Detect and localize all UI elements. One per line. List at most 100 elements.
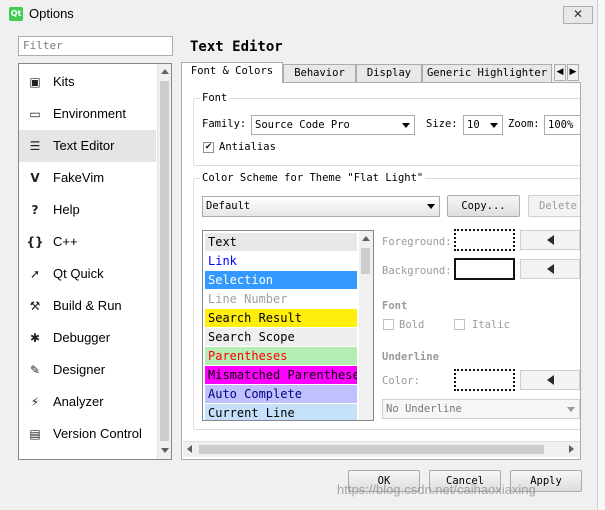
- bold-checkbox[interactable]: [383, 319, 394, 330]
- list-item-label: Mismatched Parentheses: [208, 368, 357, 382]
- font-colors-pane: Font Family: Source Code Pro Size: 10 Zo…: [181, 82, 581, 460]
- fakevim-icon: V: [30, 171, 40, 185]
- delete-button[interactable]: Delete: [528, 195, 580, 217]
- tab-scroll-left-icon[interactable]: ◀: [554, 64, 566, 81]
- italic-checkbox[interactable]: [454, 319, 465, 330]
- version-control-icon: ▤: [29, 427, 41, 441]
- qt-quick-icon: ➚: [29, 267, 41, 281]
- tab-scroll-right-icon[interactable]: ▶: [567, 64, 579, 81]
- foreground-color-swatch[interactable]: [454, 229, 515, 251]
- background-reset-button[interactable]: [520, 259, 580, 279]
- list-item-auto-complete[interactable]: Auto Complete: [205, 385, 357, 403]
- font-family-select[interactable]: Source Code Pro: [251, 115, 415, 135]
- sidebar-item-partial[interactable]: [19, 450, 156, 459]
- reset-arrow-icon: [547, 235, 554, 245]
- tab-behavior[interactable]: Behavior: [283, 64, 356, 82]
- sidebar-item-cpp[interactable]: {} C++: [19, 226, 156, 258]
- scroll-up-icon[interactable]: [362, 236, 370, 241]
- underline-color-swatch[interactable]: [454, 369, 515, 391]
- list-item-label: Parentheses: [208, 349, 288, 363]
- sidebar-item-environment[interactable]: ▭ Environment: [19, 98, 156, 130]
- color-scheme-select[interactable]: Default: [202, 196, 440, 217]
- sidebar-item-designer[interactable]: ✎ Designer: [19, 354, 156, 386]
- zoom-spinbox[interactable]: 100%: [544, 115, 580, 135]
- sidebar-scrollbar[interactable]: [157, 64, 171, 459]
- zoom-label: Zoom:: [508, 118, 540, 130]
- underline-reset-button[interactable]: [520, 370, 580, 390]
- scrollbar-thumb[interactable]: [361, 248, 370, 274]
- tab-generic-highlighter[interactable]: Generic Highlighter: [422, 64, 552, 82]
- list-item-search-scope[interactable]: Search Scope: [205, 328, 357, 346]
- sidebar-item-label: Debugger: [53, 330, 111, 345]
- scrollbar-thumb[interactable]: [199, 445, 544, 454]
- sidebar-item-label: C++: [53, 234, 78, 249]
- format-list[interactable]: Text Link Selection Line Number Search R…: [202, 230, 374, 421]
- pen-icon: ✎: [29, 363, 41, 377]
- bug-icon: ✱: [29, 331, 41, 345]
- title-bar: Qt Options ✕: [0, 0, 605, 28]
- options-dialog: Qt Options ✕ Filter ▣ Kits ▭ Environment…: [0, 0, 605, 510]
- antialias-checkbox[interactable]: ✔: [203, 142, 214, 153]
- list-item-label: Text: [208, 235, 237, 249]
- list-item-text[interactable]: Text: [205, 233, 357, 251]
- foreground-reset-button[interactable]: [520, 230, 580, 250]
- font-family-value: Source Code Pro: [255, 119, 350, 131]
- list-item-label: Search Scope: [208, 330, 295, 344]
- scroll-right-icon[interactable]: [569, 445, 574, 453]
- sidebar-item-label: Build & Run: [53, 298, 122, 313]
- scroll-up-icon[interactable]: [161, 69, 169, 74]
- list-item-selection[interactable]: Selection: [205, 271, 357, 289]
- sidebar-item-version-control[interactable]: ▤ Version Control: [19, 418, 156, 450]
- reset-arrow-icon: [547, 264, 554, 274]
- sidebar-item-label: Kits: [53, 74, 75, 89]
- sidebar-item-label: Version Control: [53, 426, 142, 441]
- tab-font-colors[interactable]: Font & Colors: [181, 62, 283, 83]
- scrollbar-thumb[interactable]: [160, 81, 169, 441]
- sidebar-item-debugger[interactable]: ✱ Debugger: [19, 322, 156, 354]
- cpp-braces-icon: {}: [26, 235, 44, 249]
- sidebar-item-analyzer[interactable]: ⚡ Analyzer: [19, 386, 156, 418]
- hammer-icon: ⚒: [29, 299, 41, 313]
- horizontal-scrollbar[interactable]: [183, 441, 580, 457]
- sidebar-item-fakevim[interactable]: V FakeVim: [19, 162, 156, 194]
- chevron-down-icon: [402, 123, 410, 128]
- list-item-label: Search Result: [208, 311, 302, 325]
- sidebar-item-label: Help: [53, 202, 80, 217]
- text-editor-icon: ☰: [29, 139, 41, 153]
- sidebar-item-build-run[interactable]: ⚒ Build & Run: [19, 290, 156, 322]
- list-item-label: Selection: [208, 273, 274, 287]
- watermark: https://blog.csdn.net/caihaoxiaxing: [337, 482, 536, 497]
- chevron-down-icon: [490, 123, 498, 128]
- sidebar-item-text-editor[interactable]: ☰ Text Editor: [19, 130, 156, 162]
- sidebar-item-qt-quick[interactable]: ➚ Qt Quick: [19, 258, 156, 290]
- list-item-search-result[interactable]: Search Result: [205, 309, 357, 327]
- sidebar-item-kits[interactable]: ▣ Kits: [19, 66, 156, 98]
- chevron-down-icon: [427, 204, 435, 209]
- bold-label: Bold: [399, 319, 425, 331]
- list-item-current-line[interactable]: Current Line: [205, 404, 357, 420]
- font-size-select[interactable]: 10: [463, 115, 503, 135]
- sidebar-item-label: Analyzer: [53, 394, 104, 409]
- close-button[interactable]: ✕: [563, 6, 593, 24]
- list-item-label: Current Line: [208, 406, 295, 420]
- sidebar-item-help[interactable]: ? Help: [19, 194, 156, 226]
- list-item-line-number[interactable]: Line Number: [205, 290, 357, 308]
- list-item-label: Link: [208, 254, 237, 268]
- tab-display[interactable]: Display: [356, 64, 422, 82]
- scroll-left-icon[interactable]: [187, 445, 192, 453]
- monitor-icon: ▭: [29, 107, 41, 121]
- list-item-parentheses[interactable]: Parentheses: [205, 347, 357, 365]
- list-item-label: Auto Complete: [208, 387, 302, 401]
- sidebar-item-label: Qt Quick: [53, 266, 104, 281]
- scroll-down-icon[interactable]: [161, 448, 169, 453]
- list-item-mismatched-parentheses[interactable]: Mismatched Parentheses: [205, 366, 357, 384]
- underline-style-value: No Underline: [386, 403, 462, 415]
- copy-button[interactable]: Copy...: [447, 195, 520, 217]
- window-edge: [597, 0, 605, 510]
- filter-input[interactable]: Filter: [18, 36, 173, 56]
- background-color-swatch[interactable]: [454, 258, 515, 280]
- list-item-link[interactable]: Link: [205, 252, 357, 270]
- underline-style-select[interactable]: No Underline: [382, 399, 580, 419]
- color-scheme-title: Color Scheme for Theme "Flat Light": [200, 172, 426, 184]
- list-scrollbar[interactable]: [359, 231, 373, 420]
